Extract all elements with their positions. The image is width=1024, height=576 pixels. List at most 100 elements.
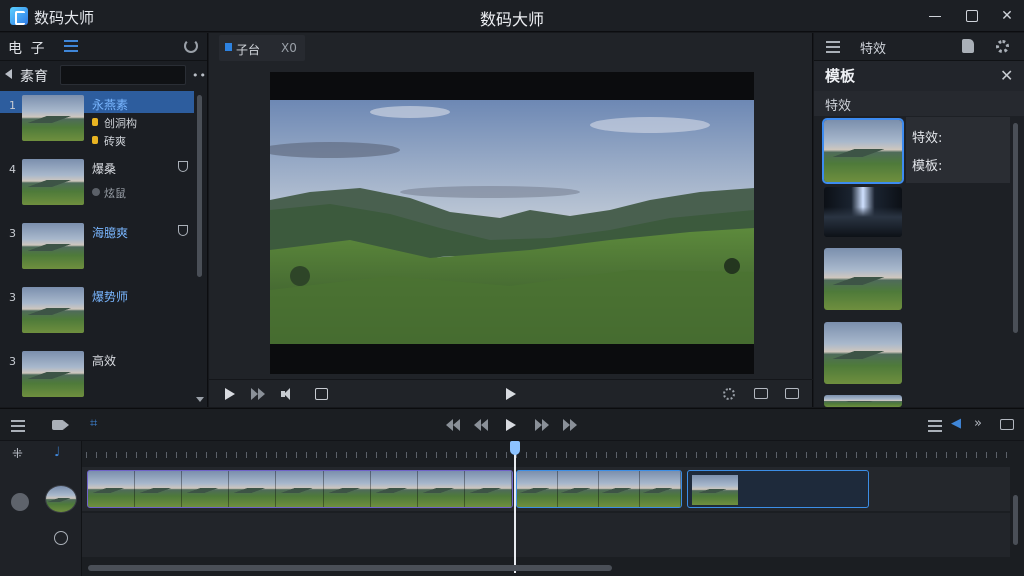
- shield-icon[interactable]: [178, 161, 188, 172]
- effect-thumbnail[interactable]: [822, 118, 904, 184]
- tag-dot-icon: [92, 188, 100, 196]
- skip-back-icon[interactable]: [444, 419, 460, 431]
- tab-marker-icon: [225, 43, 232, 51]
- playhead-handle[interactable]: [510, 441, 520, 455]
- timeline-list-icon[interactable]: [928, 420, 942, 435]
- media-list: 1 永燕素 创洞构 砖爽 4 爆桑 炫鼠 3 海臆爽 3 爆势师 3 高效: [0, 91, 194, 411]
- media-thumbnail: [22, 95, 84, 141]
- app-name: 数码大师: [34, 9, 95, 27]
- skip-forward-icon[interactable]: [563, 419, 579, 431]
- list-item[interactable]: 4 爆桑 炫鼠: [0, 155, 194, 219]
- maximize-button[interactable]: [958, 4, 984, 28]
- media-panel: 电 子 素育 •• 1 永燕素 创洞构 砖爽 4 爆桑 炫鼠 3 海臆爽 3 爆…: [0, 33, 208, 407]
- list-item[interactable]: 3 高效: [0, 347, 194, 411]
- center-play-icon[interactable]: [506, 388, 516, 400]
- app-logo-icon: [10, 7, 28, 25]
- landscape-image: [270, 100, 754, 344]
- effect-thumbnail[interactable]: [824, 395, 902, 407]
- timeline: ⌗ ◀ » ⁜ ♩: [0, 408, 1024, 576]
- scroll-down-arrow-icon[interactable]: [196, 397, 204, 402]
- effect-thumbnail[interactable]: [824, 248, 902, 310]
- effects-subheader: 特效: [814, 91, 1024, 116]
- preview-tab-extra: X0: [281, 41, 297, 55]
- effects-panel-toolbar: 特效: [814, 33, 1024, 61]
- back-arrow-icon[interactable]: [5, 69, 12, 79]
- effect-thumbnail[interactable]: [824, 322, 902, 384]
- fullscreen-icon[interactable]: [785, 388, 799, 399]
- timeline-ruler[interactable]: [86, 443, 1016, 465]
- playhead[interactable]: [514, 441, 516, 573]
- preview-tab-label: 子台: [236, 43, 261, 57]
- menu-icon[interactable]: [826, 41, 840, 56]
- more-icon[interactable]: ••: [192, 69, 207, 82]
- list-item[interactable]: 3 爆势师: [0, 283, 194, 347]
- preview-panel: 子台 X0: [209, 33, 813, 407]
- media-thumbnail: [22, 159, 84, 205]
- media-panel-tabs: 电 子: [0, 33, 207, 61]
- title-bar: 数码大师 数码大师 ✕: [0, 0, 1024, 32]
- timeline-vertical-scrollbar[interactable]: [1013, 495, 1018, 545]
- template-header: 模板 ✕: [814, 61, 1024, 91]
- template-title: 模板: [825, 67, 856, 85]
- video-clip[interactable]: [516, 470, 682, 508]
- rewind-icon[interactable]: [472, 419, 488, 431]
- track-tools-icon[interactable]: ⁜: [12, 447, 23, 462]
- shield-icon[interactable]: [178, 225, 188, 236]
- list-item[interactable]: 3 海臆爽: [0, 219, 194, 283]
- audio-track-icon[interactable]: [54, 531, 68, 545]
- item-tag: 创洞构: [92, 115, 137, 131]
- preview-settings-icon[interactable]: [723, 388, 735, 400]
- video-preview[interactable]: [270, 100, 754, 344]
- track-toggle-icon[interactable]: [11, 493, 29, 511]
- play-icon[interactable]: [225, 388, 235, 400]
- item-name: 永燕素: [92, 98, 129, 112]
- tab-electronic[interactable]: 电 子: [8, 38, 46, 58]
- video-clip[interactable]: [687, 470, 869, 508]
- split-icon[interactable]: »: [974, 416, 982, 431]
- close-icon[interactable]: ✕: [1000, 66, 1013, 85]
- template-label: 模板:: [912, 159, 943, 174]
- effect-thumbnail[interactable]: [824, 187, 902, 237]
- effects-scrollbar[interactable]: [1013, 123, 1018, 333]
- close-window-button[interactable]: ✕: [994, 4, 1020, 28]
- fit-timeline-icon[interactable]: [1000, 419, 1014, 430]
- preview-tab[interactable]: 子台 X0: [219, 35, 305, 61]
- volume-icon[interactable]: [281, 388, 297, 400]
- marker-icon[interactable]: ◀: [951, 416, 961, 431]
- tag-dot-icon: [92, 136, 98, 144]
- window-title: 数码大师: [479, 10, 544, 29]
- video-track: [82, 467, 1010, 511]
- minimize-button[interactable]: [922, 4, 948, 28]
- track-avatar[interactable]: [45, 485, 77, 513]
- aspect-ratio-icon[interactable]: [754, 388, 768, 399]
- fast-forward-icon[interactable]: [251, 388, 267, 400]
- item-number: 1: [9, 99, 16, 112]
- effects-subtitle: 特效: [825, 99, 852, 114]
- audio-note-icon[interactable]: ♩: [54, 445, 60, 460]
- media-list-scrollbar[interactable]: [197, 95, 202, 277]
- effects-panel-tab[interactable]: 特效: [860, 38, 886, 57]
- gear-icon[interactable]: [996, 40, 1009, 53]
- refresh-icon[interactable]: [184, 39, 198, 53]
- forward-icon[interactable]: [535, 419, 551, 431]
- item-name: 高效: [92, 354, 117, 368]
- audio-track[interactable]: [82, 513, 1010, 557]
- media-thumbnail: [22, 287, 84, 333]
- track-list-icon[interactable]: [11, 420, 25, 435]
- item-number: 3: [9, 355, 16, 368]
- list-item[interactable]: 1 永燕素 创洞构 砖爽: [0, 91, 194, 155]
- effects-panel: 特效 模板 ✕ 特效 特效: 模板:: [814, 33, 1024, 407]
- video-frame: [270, 72, 754, 374]
- video-camera-icon[interactable]: [52, 420, 69, 430]
- snapshot-icon[interactable]: [315, 388, 328, 400]
- thumbs-up-icon[interactable]: [962, 39, 974, 53]
- media-panel-title: 素育: [20, 69, 48, 85]
- list-view-icon[interactable]: [64, 40, 78, 52]
- preview-controls: [209, 379, 813, 407]
- video-clip[interactable]: [87, 470, 513, 508]
- snap-icon[interactable]: ⌗: [90, 416, 97, 431]
- media-search-input[interactable]: [60, 65, 186, 85]
- item-tag: 砖爽: [92, 133, 126, 149]
- timeline-play-icon[interactable]: [506, 419, 516, 431]
- timeline-horizontal-scrollbar[interactable]: [88, 565, 612, 571]
